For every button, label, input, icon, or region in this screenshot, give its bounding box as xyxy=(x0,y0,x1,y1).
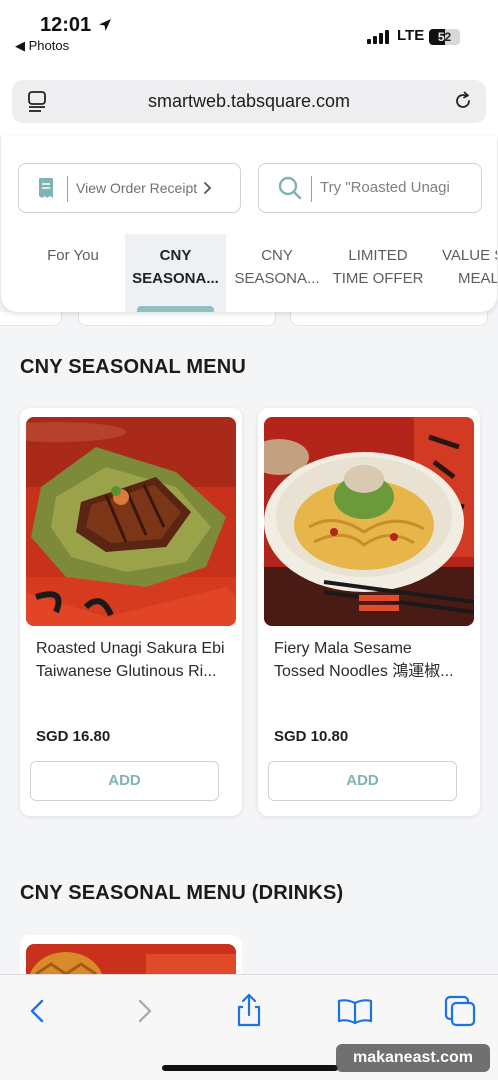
previous-section-cards xyxy=(0,312,498,328)
home-indicator[interactable] xyxy=(162,1065,338,1071)
share-icon[interactable] xyxy=(229,991,269,1031)
tab-label: CNY xyxy=(159,247,192,264)
chevron-right-icon xyxy=(204,182,212,194)
battery-percent: 52 xyxy=(437,30,452,44)
forward-arrow-icon[interactable] xyxy=(124,991,164,1031)
receipt-icon xyxy=(39,178,53,198)
active-tab-indicator xyxy=(137,306,214,312)
status-time: 12:01 xyxy=(40,14,92,36)
tabs-icon[interactable] xyxy=(440,991,480,1031)
tab-cny-seasonal-drinks[interactable]: CNY SEASONA... xyxy=(228,234,326,312)
category-tabs: For You CNY SEASONA... CNY SEASONA... LI… xyxy=(23,234,497,312)
tab-cny-seasonal-menu[interactable]: CNY SEASONA... xyxy=(125,234,226,312)
receipt-label: View Order Receipt xyxy=(76,180,198,196)
menu-header: View Order Receipt Try "Roasted Unagi Fo… xyxy=(1,136,497,312)
product-name-line: Roasted Unagi Sakura Ebi xyxy=(36,640,225,657)
tab-value-set-meal[interactable]: VALUE S MEAL xyxy=(430,234,497,312)
back-to-app-link[interactable]: ◀ Photos xyxy=(15,38,69,54)
add-to-cart-button[interactable]: ADD xyxy=(30,761,219,801)
location-arrow-icon xyxy=(99,19,111,31)
back-arrow-icon[interactable] xyxy=(18,991,58,1031)
product-name: Fiery Mala Sesame Tossed Noodles 鴻運椒... xyxy=(274,637,470,683)
tab-label: LIMITED xyxy=(348,247,408,264)
product-name-line: Taiwanese Glutinous Ri... xyxy=(36,663,217,680)
add-to-cart-button[interactable]: ADD xyxy=(268,761,457,801)
browser-address-area: smartweb.tabsquare.com xyxy=(0,62,498,136)
product-image-mala-noodles[interactable] xyxy=(264,417,474,626)
bookmarks-icon[interactable] xyxy=(335,991,375,1031)
status-bar: 12:01 ◀ Photos LTE 52 xyxy=(0,0,498,62)
product-card-mala-noodles[interactable]: Fiery Mala Sesame Tossed Noodles 鴻運椒... … xyxy=(258,408,480,816)
product-card-unagi[interactable]: Roasted Unagi Sakura Ebi Taiwanese Gluti… xyxy=(20,408,242,816)
search-placeholder: Try "Roasted Unagi xyxy=(320,179,450,196)
tab-label: For You xyxy=(47,247,99,264)
product-price: SGD 16.80 xyxy=(36,728,111,745)
product-name-line: Tossed Noodles 鴻運椒... xyxy=(274,663,454,680)
product-image-unagi-rice[interactable] xyxy=(26,417,236,626)
view-order-receipt-button[interactable]: View Order Receipt xyxy=(18,163,241,213)
tab-for-you[interactable]: For You xyxy=(23,234,123,312)
url-text: smartweb.tabsquare.com xyxy=(147,91,351,111)
network-type: LTE xyxy=(397,27,425,44)
battery-icon: 52 xyxy=(429,29,460,45)
product-name: Roasted Unagi Sakura Ebi Taiwanese Gluti… xyxy=(36,637,232,683)
tab-label: VALUE S xyxy=(442,247,497,264)
product-card[interactable] xyxy=(290,312,488,326)
tab-label: SEASONA... xyxy=(132,270,219,287)
address-bar[interactable]: smartweb.tabsquare.com xyxy=(12,80,486,123)
section-title: CNY SEASONAL MENU xyxy=(20,356,247,378)
divider xyxy=(311,176,312,202)
section-title: CNY SEASONAL MENU (DRINKS) xyxy=(20,882,344,904)
product-card[interactable] xyxy=(78,312,276,326)
tab-label: CNY xyxy=(261,247,293,264)
search-input[interactable]: Try "Roasted Unagi xyxy=(258,163,482,213)
product-name-line: Fiery Mala Sesame xyxy=(274,640,412,657)
tab-label: MEAL xyxy=(458,270,497,287)
divider xyxy=(67,176,68,202)
reload-icon[interactable] xyxy=(452,90,474,112)
product-price: SGD 10.80 xyxy=(274,728,349,745)
cellular-signal-icon xyxy=(367,30,389,44)
tab-label: TIME OFFER xyxy=(332,270,424,287)
tab-limited-time-offer[interactable]: LIMITED TIME OFFER xyxy=(328,234,428,312)
product-card[interactable] xyxy=(0,312,62,326)
search-icon xyxy=(278,176,302,200)
watermark: makaneast.com xyxy=(336,1044,490,1072)
tab-label: SEASONA... xyxy=(234,270,320,287)
